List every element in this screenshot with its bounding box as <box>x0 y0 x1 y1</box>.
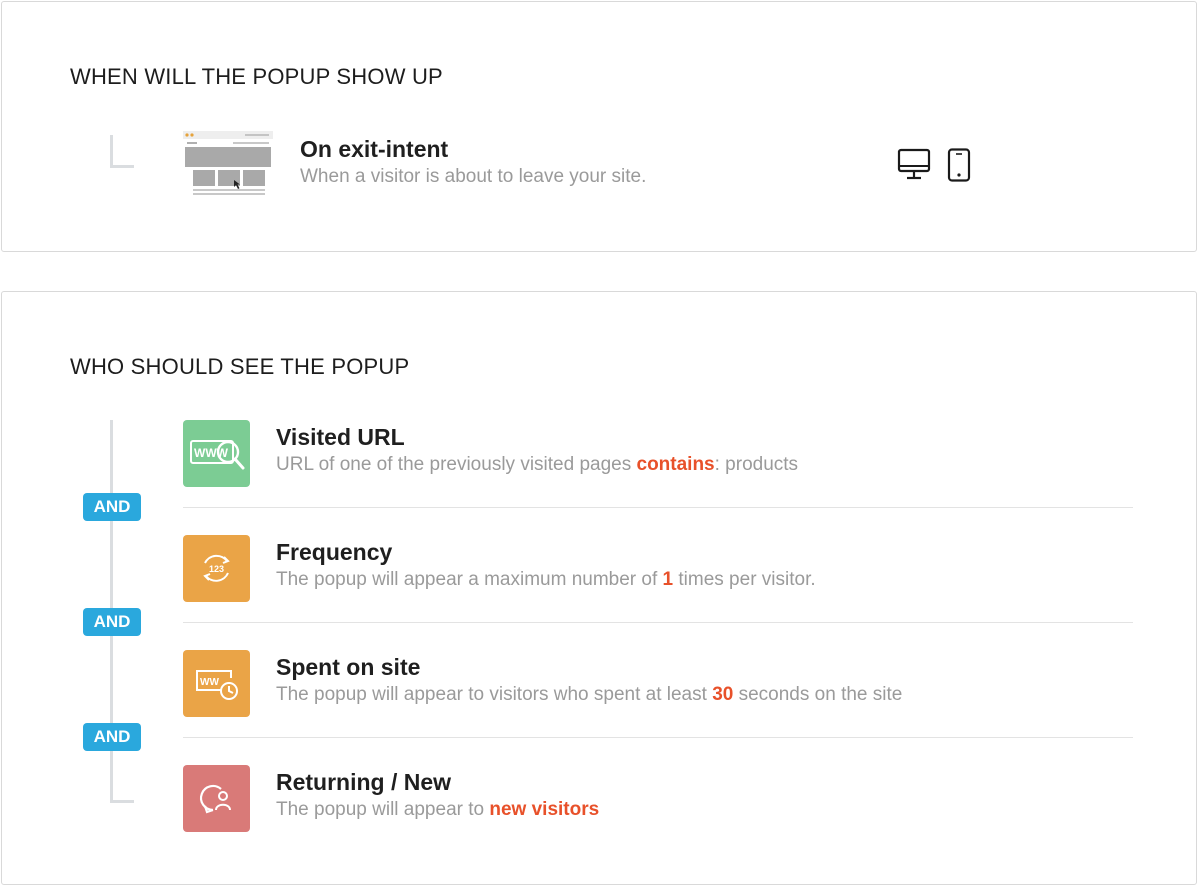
condition-highlight: 30 <box>712 684 734 705</box>
returning-visitor-icon <box>183 765 250 832</box>
when-section-title: WHEN WILL THE POPUP SHOW UP <box>70 64 443 89</box>
condition-highlight: 1 <box>662 569 674 590</box>
condition-description: The popup will appear to new visitors <box>276 799 600 820</box>
desktop-icon <box>897 148 931 187</box>
www-search-icon: WWW <box>183 420 250 487</box>
and-badge: AND <box>83 608 141 636</box>
condition-description: URL of one of the previously visited pag… <box>276 454 799 475</box>
condition-description: The popup will appear to visitors who sp… <box>276 684 903 705</box>
time-on-site-icon: WW <box>183 650 250 717</box>
svg-text:WW: WW <box>200 677 219 688</box>
condition-highlight: new visitors <box>489 799 600 820</box>
condition-divider <box>183 507 1133 508</box>
condition-description: The popup will appear a maximum number o… <box>276 569 816 590</box>
trigger-description: When a visitor is about to leave your si… <box>300 166 647 187</box>
and-badge: AND <box>83 493 141 521</box>
condition-title: Frequency <box>276 539 393 565</box>
frequency-123-icon: 123 <box>183 535 250 602</box>
condition-title: Returning / New <box>276 769 452 795</box>
condition-title: Visited URL <box>276 424 405 450</box>
condition-highlight: contains <box>636 454 715 475</box>
and-badge: AND <box>83 723 141 751</box>
svg-text:WWW: WWW <box>194 446 229 460</box>
svg-text:123: 123 <box>209 564 224 574</box>
trigger-title: On exit-intent <box>300 136 449 162</box>
conditions-connector-end <box>110 770 134 803</box>
when-section-card: WHEN WILL THE POPUP SHOW UP On exit-inte… <box>1 1 1197 252</box>
condition-divider <box>183 622 1133 623</box>
condition-title: Spent on site <box>276 654 421 680</box>
trigger-connector <box>110 135 134 168</box>
mobile-icon <box>947 148 971 187</box>
exit-intent-page-thumbnail <box>183 131 273 197</box>
condition-divider <box>183 737 1133 738</box>
who-section-title: WHO SHOULD SEE THE POPUP <box>70 354 410 379</box>
who-section-card: WHO SHOULD SEE THE POPUP AND AND AND WWW… <box>1 291 1197 885</box>
